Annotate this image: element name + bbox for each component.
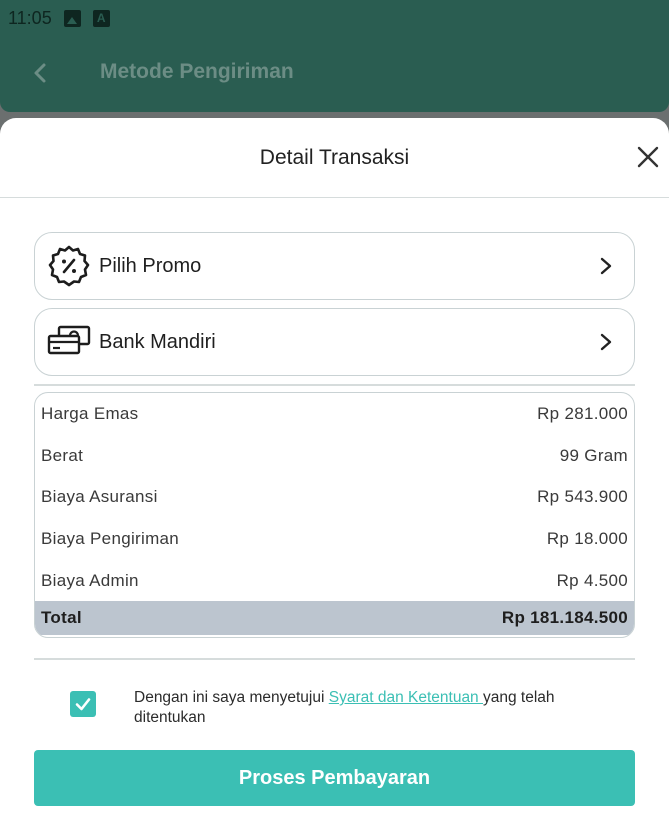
detail-value: Rp 18.000 <box>546 528 628 548</box>
total-label: Total <box>41 608 82 628</box>
process-payment-button[interactable]: Proses Pembayaran <box>34 750 635 806</box>
detail-value: Rp 543.900 <box>537 487 628 507</box>
detail-row: Biaya Pengiriman Rp 18.000 <box>35 518 634 560</box>
terms-agreement: Dengan ini saya menyetujui Syarat dan Ke… <box>70 688 630 728</box>
transaction-details-table: Harga Emas Rp 281.000 Berat 99 Gram Biay… <box>34 392 635 638</box>
select-bank-button[interactable]: Bank Mandiri <box>34 308 635 376</box>
sheet-header: Detail Transaksi <box>0 118 669 198</box>
sheet-title: Detail Transaksi <box>259 145 410 169</box>
detail-label: Harga Emas <box>41 403 139 423</box>
detail-value: Rp 281.000 <box>537 403 628 423</box>
agree-checkbox[interactable] <box>70 691 96 717</box>
page-title: Metode Pengiriman <box>100 60 294 83</box>
status-time: 11:05 <box>8 7 52 28</box>
app-bar: 11:05 Metode Pengiriman <box>0 0 669 112</box>
detail-row: Biaya Admin Rp 4.500 <box>35 560 634 602</box>
close-icon <box>637 146 659 168</box>
select-promo-button[interactable]: Pilih Promo <box>34 232 635 300</box>
total-row: Total Rp 181.184.500 <box>35 601 634 636</box>
close-button[interactable] <box>633 142 663 172</box>
promo-label: Pilih Promo <box>99 254 202 277</box>
divider <box>34 384 635 386</box>
promo-badge-icon <box>45 242 93 290</box>
detail-label: Biaya Asuransi <box>41 487 158 507</box>
detail-value: Rp 4.500 <box>556 570 628 590</box>
a-icon <box>92 9 110 27</box>
back-button[interactable] <box>28 58 52 88</box>
detail-label: Biaya Pengiriman <box>41 528 180 548</box>
agreement-text-before: Dengan ini saya menyetujui <box>134 689 329 706</box>
divider <box>34 658 635 660</box>
status-bar: 11:05 <box>8 6 110 30</box>
total-value: Rp 181.184.500 <box>501 608 628 628</box>
detail-label: Biaya Admin <box>41 570 139 590</box>
chevron-left-icon <box>34 63 46 83</box>
chevron-right-icon <box>600 333 612 351</box>
bank-label: Bank Mandiri <box>99 330 216 353</box>
screen: 11:05 Metode Pengiriman Detail Transaksi <box>0 0 669 833</box>
detail-label: Berat <box>41 445 84 465</box>
detail-row: Berat 99 Gram <box>35 435 634 477</box>
detail-value: 99 Gram <box>559 445 628 465</box>
checkmark-icon <box>75 698 91 711</box>
image-icon <box>63 9 81 27</box>
detail-row: Harga Emas Rp 281.000 <box>35 393 634 435</box>
agreement-text: Dengan ini saya menyetujui Syarat dan Ke… <box>134 688 630 728</box>
cash-icon <box>45 318 93 366</box>
chevron-right-icon <box>600 257 612 275</box>
detail-row: Biaya Asuransi Rp 543.900 <box>35 476 634 518</box>
terms-link[interactable]: Syarat dan Ketentuan <box>329 689 483 706</box>
transaction-detail-sheet: Detail Transaksi Pilih Promo Bank Mandir… <box>0 118 669 833</box>
